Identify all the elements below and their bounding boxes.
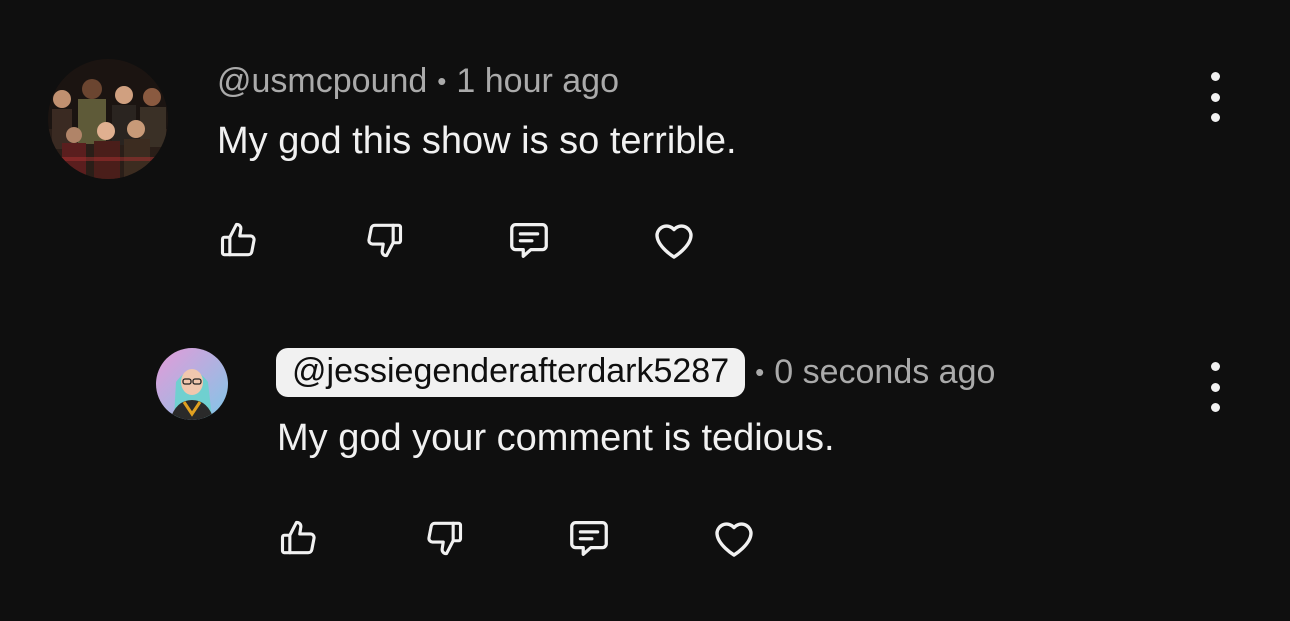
author-name-highlighted[interactable]: @jessiegenderafterdark5287 xyxy=(276,348,746,397)
menu-dot xyxy=(1210,92,1220,102)
comment-meta: @jessiegenderafterdark5287 • 0 seconds a… xyxy=(276,348,995,397)
avatar[interactable] xyxy=(156,348,228,420)
menu-dot xyxy=(1210,403,1220,412)
comment-meta: @usmcpound • 1 hour ago xyxy=(217,62,619,101)
reply-button[interactable] xyxy=(505,216,553,264)
heart-button[interactable] xyxy=(650,216,698,264)
like-button[interactable] xyxy=(215,216,263,264)
menu-dot xyxy=(1210,362,1220,371)
menu-dot xyxy=(1210,382,1220,392)
author-name[interactable]: @usmcpound xyxy=(217,62,427,101)
timestamp: 0 seconds ago xyxy=(774,353,996,391)
reply-icon xyxy=(570,521,608,556)
menu-dot xyxy=(1210,72,1220,81)
avatar[interactable] xyxy=(48,59,168,179)
group-photo-avatar xyxy=(48,59,168,179)
reply-icon xyxy=(510,223,548,258)
dislike-icon xyxy=(427,521,463,556)
more-vert-icon[interactable] xyxy=(1200,362,1230,412)
like-icon xyxy=(280,520,316,555)
comment-text: My god this show is so terrible. xyxy=(217,120,737,162)
timestamp: 1 hour ago xyxy=(456,62,619,100)
dislike-icon xyxy=(367,223,403,258)
reply-button[interactable] xyxy=(565,514,613,562)
user-photo-avatar xyxy=(156,348,228,420)
heart-button[interactable] xyxy=(710,514,758,562)
menu-dot xyxy=(1210,113,1220,122)
more-vert-icon[interactable] xyxy=(1200,72,1230,122)
separator-dot: • xyxy=(755,357,765,387)
separator-dot: • xyxy=(437,66,447,96)
comment-actions xyxy=(275,514,758,562)
comment-actions xyxy=(215,216,698,264)
dislike-button[interactable] xyxy=(360,216,408,264)
like-icon xyxy=(220,222,256,257)
comment-text: My god your comment is tedious. xyxy=(277,417,835,459)
dislike-button[interactable] xyxy=(420,514,468,562)
heart-icon xyxy=(655,224,693,259)
like-button[interactable] xyxy=(275,514,323,562)
heart-icon xyxy=(715,522,753,557)
